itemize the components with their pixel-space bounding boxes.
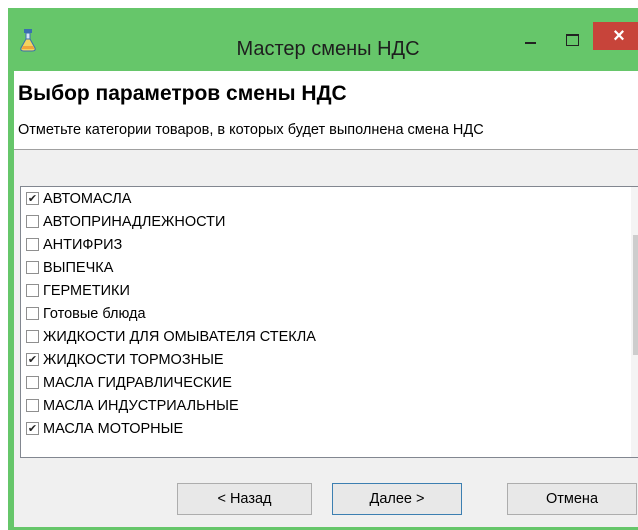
category-item-7[interactable]: ✔ ЖИДКОСТИ ТОРМОЗНЫЕ	[21, 348, 638, 371]
minimize-button[interactable]	[515, 26, 545, 48]
category-item-3[interactable]: ВЫПЕЧКА	[21, 256, 638, 279]
checkbox[interactable]	[26, 215, 39, 228]
title-bar[interactable]: Мастер смены НДС ×	[8, 8, 638, 68]
category-label: ВЫПЕЧКА	[43, 259, 114, 276]
scrollbar-thumb[interactable]	[633, 235, 638, 355]
checkbox[interactable]	[26, 238, 39, 251]
checkbox[interactable]	[26, 399, 39, 412]
category-list[interactable]: ✔ АВТОМАСЛА АВТОПРИНАДЛЕЖНОСТИ АНТИФРИЗ В…	[20, 186, 638, 458]
next-button[interactable]: Далее >	[332, 483, 462, 515]
close-icon: ×	[613, 25, 625, 47]
checkbox[interactable]	[26, 330, 39, 343]
category-label: ЖИДКОСТИ ДЛЯ ОМЫВАТЕЛЯ СТЕКЛА	[43, 328, 316, 345]
wizard-client-area: Выбор параметров смены НДС Отметьте кате…	[14, 71, 638, 527]
category-item-1[interactable]: АВТОПРИНАДЛЕЖНОСТИ	[21, 210, 638, 233]
category-item-4[interactable]: ГЕРМЕТИКИ	[21, 279, 638, 302]
category-items: ✔ АВТОМАСЛА АВТОПРИНАДЛЕЖНОСТИ АНТИФРИЗ В…	[21, 187, 638, 440]
maximize-button[interactable]	[558, 26, 588, 48]
category-label: МАСЛА МОТОРНЫЕ	[43, 420, 184, 437]
category-item-5[interactable]: Готовые блюда	[21, 302, 638, 325]
wizard-window: Мастер смены НДС × Выбор параметров смен…	[8, 8, 638, 530]
category-label: МАСЛА ИНДУСТРИАЛЬНЫЕ	[43, 397, 239, 414]
category-label: ГЕРМЕТИКИ	[43, 282, 130, 299]
checkmark-icon[interactable]: ✔	[26, 422, 39, 435]
checkbox[interactable]	[26, 261, 39, 274]
category-item-10[interactable]: ✔ МАСЛА МОТОРНЫЕ	[21, 417, 638, 440]
checkmark-icon[interactable]: ✔	[26, 192, 39, 205]
checkbox[interactable]	[26, 284, 39, 297]
category-label: МАСЛА ГИДРАВЛИЧЕСКИЕ	[43, 374, 232, 391]
category-label: АВТОМАСЛА	[43, 190, 132, 207]
cancel-button[interactable]: Отмена	[507, 483, 637, 515]
category-item-2[interactable]: АНТИФРИЗ	[21, 233, 638, 256]
wizard-header: Выбор параметров смены НДС Отметьте кате…	[14, 71, 638, 150]
category-label: АНТИФРИЗ	[43, 236, 123, 253]
list-scrollbar[interactable]	[631, 187, 638, 457]
back-button[interactable]: < Назад	[177, 483, 312, 515]
close-button[interactable]: ×	[593, 22, 638, 50]
category-label: Готовые блюда	[43, 305, 146, 322]
checkbox[interactable]	[26, 307, 39, 320]
page-title: Выбор параметров смены НДС	[18, 82, 347, 105]
checkbox[interactable]	[26, 376, 39, 389]
category-item-9[interactable]: МАСЛА ИНДУСТРИАЛЬНЫЕ	[21, 394, 638, 417]
page-subtitle: Отметьте категории товаров, в которых бу…	[18, 122, 484, 138]
category-item-6[interactable]: ЖИДКОСТИ ДЛЯ ОМЫВАТЕЛЯ СТЕКЛА	[21, 325, 638, 348]
category-label: ЖИДКОСТИ ТОРМОЗНЫЕ	[43, 351, 224, 368]
checkmark-icon[interactable]: ✔	[26, 353, 39, 366]
category-item-0[interactable]: ✔ АВТОМАСЛА	[21, 187, 638, 210]
category-item-8[interactable]: МАСЛА ГИДРАВЛИЧЕСКИЕ	[21, 371, 638, 394]
category-label: АВТОПРИНАДЛЕЖНОСТИ	[43, 213, 226, 230]
wizard-footer: < Назад Далее > Отмена	[14, 458, 638, 527]
